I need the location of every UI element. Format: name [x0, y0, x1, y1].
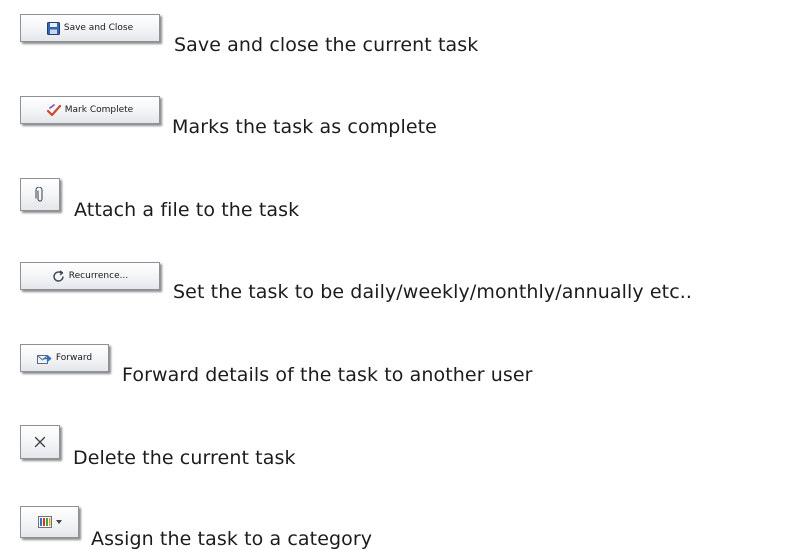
save-and-close-button[interactable]: Save and Close [20, 14, 160, 42]
recurrence-button[interactable]: Recurrence... [20, 262, 160, 290]
forward-button[interactable]: Forward [20, 344, 109, 372]
mark-complete-description: Marks the task as complete [172, 116, 437, 138]
chevron-down-icon [55, 520, 62, 524]
attach-file-button[interactable] [20, 178, 60, 211]
forward-description: Forward details of the task to another u… [122, 364, 533, 386]
mark-complete-label: Mark Complete [64, 105, 134, 115]
categorize-description: Assign the task to a category [91, 528, 373, 550]
close-icon [34, 436, 46, 448]
delete-button[interactable] [20, 425, 60, 459]
recurrence-description: Set the task to be daily/weekly/monthly/… [173, 281, 693, 303]
recurrence-label: Recurrence... [68, 271, 129, 281]
mark-complete-button[interactable]: Mark Complete [20, 96, 160, 124]
save-and-close-description: Save and close the current task [174, 34, 479, 56]
recurrence-icon [52, 269, 65, 283]
categorize-button[interactable] [20, 506, 79, 538]
forward-icon [36, 352, 52, 365]
mark-complete-icon [46, 103, 61, 117]
paperclip-icon [35, 186, 45, 203]
forward-label: Forward [55, 353, 93, 363]
delete-description: Delete the current task [73, 447, 296, 469]
attach-file-description: Attach a file to the task [74, 199, 300, 221]
save-and-close-label: Save and Close [63, 23, 134, 33]
save-icon [46, 21, 60, 35]
categorize-icon [37, 516, 52, 528]
